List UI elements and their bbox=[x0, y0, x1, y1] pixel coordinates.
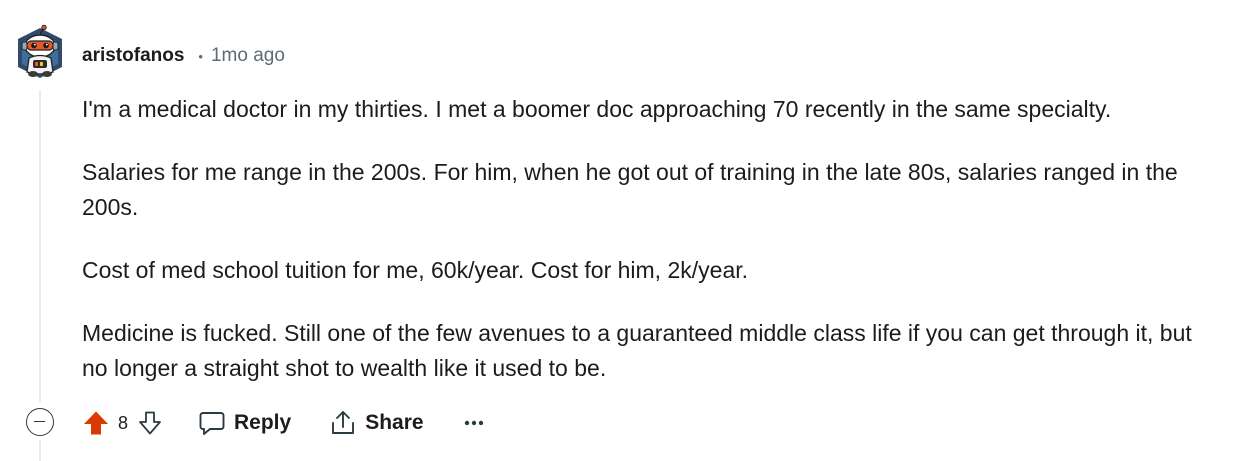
share-button[interactable]: Share bbox=[321, 403, 431, 443]
share-arrow-icon bbox=[332, 411, 355, 434]
reply-label: Reply bbox=[234, 411, 292, 434]
avatar[interactable] bbox=[13, 24, 67, 82]
downvote-button[interactable] bbox=[132, 405, 168, 441]
comment-timestamp[interactable]: 1mo ago bbox=[211, 45, 285, 67]
share-label: Share bbox=[365, 411, 424, 434]
reply-button[interactable]: Reply bbox=[190, 403, 299, 443]
author-username[interactable]: aristofanos bbox=[82, 45, 184, 67]
vote-score: 8 bbox=[117, 412, 128, 433]
speech-bubble-icon bbox=[199, 412, 225, 435]
comment-meta: aristofanos • 1mo ago bbox=[82, 43, 285, 69]
ellipsis-icon bbox=[464, 420, 483, 426]
upvote-button[interactable] bbox=[78, 405, 114, 441]
comment-paragraph: Cost of med school tuition for me, 60k/y… bbox=[82, 257, 749, 283]
comment-paragraph: Medicine is fucked. Still one of the few… bbox=[82, 320, 1192, 381]
upvote-arrow-icon bbox=[84, 411, 108, 435]
comment-action-bar: 8 Reply Share bbox=[78, 402, 494, 444]
collapse-thread-button[interactable] bbox=[26, 408, 54, 436]
comment-paragraph: Salaries for me range in the 200s. For h… bbox=[82, 159, 1178, 220]
vote-group: 8 bbox=[78, 405, 168, 441]
thread-line[interactable] bbox=[39, 90, 41, 402]
thread-line-continuation bbox=[39, 440, 41, 461]
more-options-button[interactable] bbox=[454, 403, 494, 443]
meta-separator: • bbox=[198, 48, 203, 64]
snoo-avatar-icon bbox=[18, 24, 62, 78]
comment-body: I'm a medical doctor in my thirties. I m… bbox=[82, 92, 1222, 414]
comment-paragraph: I'm a medical doctor in my thirties. I m… bbox=[82, 96, 1112, 122]
downvote-arrow-icon bbox=[139, 411, 161, 435]
